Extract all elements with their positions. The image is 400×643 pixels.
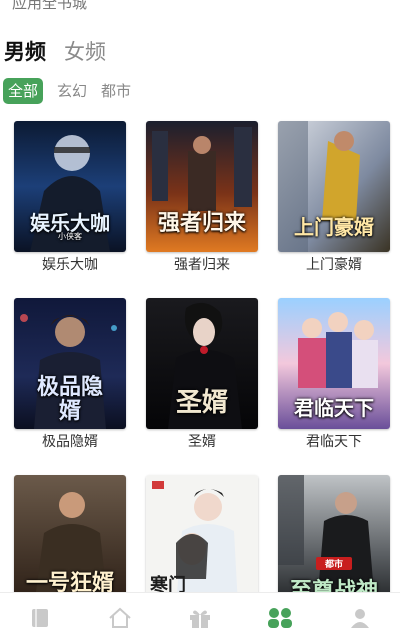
book-title[interactable]: 君临天下 [278,433,390,451]
book-cover[interactable]: 极品隐婿 [14,298,126,429]
gender-tabs: 男频 女频 [4,36,124,66]
book-card[interactable]: 一号狂婿 [14,475,126,610]
book-card[interactable]: 君临天下 君临天下 [278,298,390,451]
genre-filter: 全部 玄幻 都市 [3,78,145,104]
gift-icon [190,610,210,628]
profile-icon [351,609,369,628]
book-title[interactable]: 娱乐大咖 [14,256,126,274]
book-cover[interactable]: 一号狂婿 [14,475,126,606]
book-cover[interactable]: 君临天下 [278,298,390,429]
genre-all[interactable]: 全部 [3,78,44,104]
book-card[interactable]: 都市 至尊战神 [278,475,390,610]
genre-urban[interactable]: 都市 [101,78,131,104]
book-cover[interactable]: 强者归来 [146,121,258,252]
cover-author: 小侠客 [58,232,82,241]
book-card[interactable]: 极品隐婿 极品隐婿 [14,298,126,451]
genre-fantasy[interactable]: 玄幻 [57,78,87,104]
bookshelf-icon [32,609,48,627]
book-title[interactable]: 圣婿 [146,433,258,451]
book-cover[interactable]: 都市 至尊战神 [278,475,390,606]
book-cover[interactable]: 圣婿 [146,298,258,429]
book-card[interactable]: 寒门 [146,475,258,610]
book-cover[interactable]: 娱乐大咖 小侠客 [14,121,126,252]
cover-title: 极品隐婿 [36,375,103,424]
cover-tag: 都市 [316,557,352,570]
nav-home[interactable] [100,598,140,638]
page-header-partial: 应用全书城 [12,0,88,12]
book-cover[interactable]: 寒门 [146,475,258,606]
nav-bookstore[interactable] [260,598,300,638]
book-title[interactable]: 极品隐婿 [14,433,126,451]
cover-title: 上门豪婿 [294,215,374,239]
bottom-nav [0,592,400,643]
nav-profile[interactable] [340,598,380,638]
book-card[interactable]: 强者归来 强者归来 [146,121,258,274]
book-card[interactable]: 上门豪婿 上门豪婿 [278,121,390,274]
book-card[interactable]: 娱乐大咖 小侠客 娱乐大咖 [14,121,126,274]
nav-bookshelf[interactable] [20,598,60,638]
tab-male[interactable]: 男频 [4,36,46,66]
home-icon [109,607,131,628]
cover-title: 强者归来 [157,211,246,236]
cover-title: 圣婿 [175,388,228,418]
tab-female[interactable]: 女频 [64,36,106,66]
book-title[interactable]: 强者归来 [146,256,258,274]
cover-title: 君临天下 [294,396,374,420]
book-cover[interactable]: 上门豪婿 [278,121,390,252]
book-title[interactable]: 上门豪婿 [278,256,390,274]
book-card[interactable]: 圣婿 圣婿 [146,298,258,451]
nav-gift[interactable] [180,598,220,638]
bookstore-icon [268,608,292,628]
